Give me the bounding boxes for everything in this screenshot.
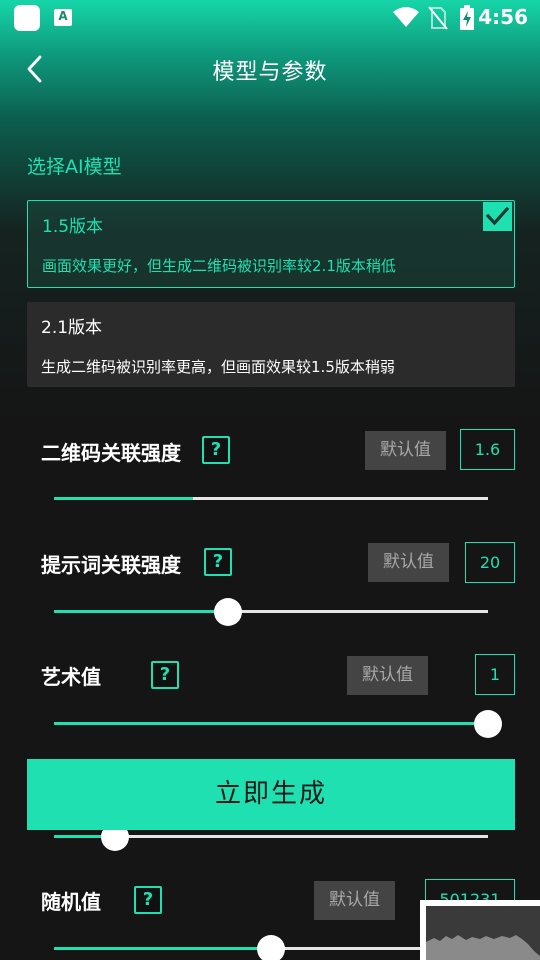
question-icon[interactable]: ? [204,548,232,576]
art-value-slider[interactable] [54,722,488,725]
qr-strength-default-button[interactable]: 默认值 [365,431,446,470]
model-name: 2.1版本 [41,318,103,338]
font-app-icon: A [54,9,72,26]
prompt-strength-slider-thumb[interactable] [213,598,242,626]
preview-image [426,906,540,960]
slider-fill [54,947,271,950]
art-value-label: 艺术值 [41,665,101,689]
art-value-slider-thumb[interactable] [474,710,502,738]
notification-app-icon [14,5,40,31]
model-option-2-1[interactable]: 2.1版本 生成二维码被识别率更高，但画面效果较1.5版本稍弱 [27,302,515,387]
qr-strength-label: 二维码关联强度 [41,441,181,465]
qr-strength-slider[interactable] [54,497,488,500]
model-name: 1.5版本 [42,217,104,237]
preview-thumbnail[interactable] [420,900,540,960]
generate-button[interactable]: 立即生成 [27,759,515,830]
page-title: 模型与参数 [212,60,328,85]
model-option-1-5[interactable]: 1.5版本 画面效果更好，但生成二维码被识别率较2.1版本稍低 [27,200,515,288]
question-icon[interactable]: ? [151,661,179,689]
no-sim-icon [428,6,448,30]
art-value-value[interactable]: 1 [475,654,515,695]
status-bar: A 4:56 [0,0,540,36]
seed-default-button[interactable]: 默认值 [314,881,395,920]
wifi-icon [393,7,419,27]
question-icon[interactable]: ? [134,886,162,914]
model-description: 生成二维码被识别率更高，但画面效果较1.5版本稍弱 [41,358,395,376]
slider-fill [54,610,228,613]
qr-strength-value[interactable]: 1.6 [460,429,515,470]
prompt-strength-value[interactable]: 20 [465,542,515,583]
prompt-strength-slider[interactable] [54,610,488,613]
model-section-label: 选择AI模型 [27,156,122,178]
seed-slider-thumb[interactable] [257,935,285,960]
slider-fill [54,497,193,500]
slider-fill [54,722,488,725]
status-time: 4:56 [478,5,528,29]
prompt-strength-default-button[interactable]: 默认值 [368,543,449,582]
selected-check-icon [483,202,512,231]
question-icon[interactable]: ? [202,436,230,464]
model-description: 画面效果更好，但生成二维码被识别率较2.1版本稍低 [42,257,396,275]
battery-charging-icon [460,5,474,30]
seed-label: 随机值 [41,890,101,914]
art-value-default-button[interactable]: 默认值 [347,656,428,695]
prompt-strength-label: 提示词关联强度 [41,553,181,577]
